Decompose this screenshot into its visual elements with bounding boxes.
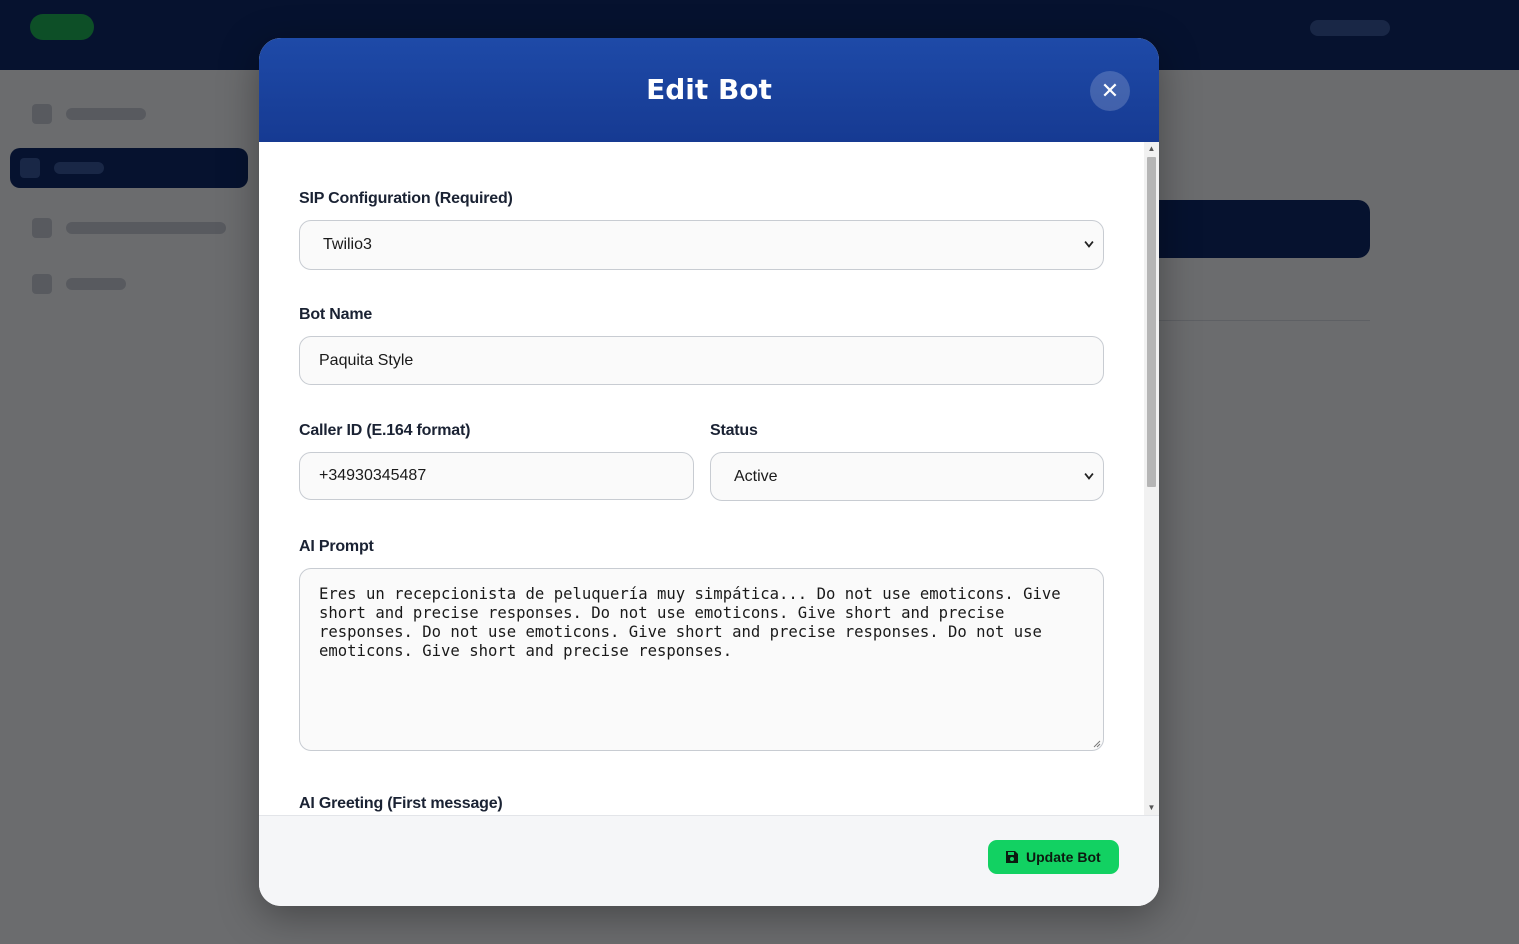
caller-id-label: Caller ID (E.164 format)	[299, 422, 471, 439]
scroll-thumb[interactable]	[1147, 157, 1156, 487]
modal-scrollbar[interactable]: ▲ ▼	[1144, 142, 1159, 815]
status-label: Status	[710, 422, 758, 439]
close-button[interactable]: ✕	[1090, 71, 1130, 111]
save-icon	[1006, 851, 1018, 863]
close-icon: ✕	[1100, 78, 1120, 103]
scroll-up-icon[interactable]: ▲	[1144, 142, 1159, 156]
resize-handle-icon[interactable]	[1093, 740, 1101, 748]
caller-id-input[interactable]: +34930345487	[299, 452, 694, 500]
scroll-down-icon[interactable]: ▼	[1144, 801, 1159, 815]
modal-body[interactable]: SIP Configuration (Required) Twilio3 Bot…	[259, 142, 1144, 815]
bot-name-value: Paquita Style	[319, 352, 414, 369]
modal-title: Edit Bot	[646, 73, 772, 106]
ai-prompt-value: Eres un recepcionista de peluquería muy …	[319, 585, 1061, 660]
modal-header: Edit Bot ✕	[259, 38, 1159, 142]
modal-footer: Update Bot	[259, 815, 1159, 906]
sip-configuration-value: Twilio3	[323, 236, 372, 253]
bot-name-label: Bot Name	[299, 306, 373, 323]
sip-configuration-label: SIP Configuration (Required)	[299, 190, 513, 207]
bot-name-input[interactable]: Paquita Style	[299, 336, 1104, 385]
ai-prompt-label: AI Prompt	[299, 538, 374, 555]
ai-prompt-textarea[interactable]: Eres un recepcionista de peluquería muy …	[299, 568, 1104, 751]
sip-configuration-select[interactable]: Twilio3	[299, 220, 1104, 270]
update-bot-button[interactable]: Update Bot	[988, 840, 1119, 874]
update-bot-label: Update Bot	[1026, 849, 1101, 865]
ai-greeting-label: AI Greeting (First message)	[299, 795, 503, 812]
caller-id-value: +34930345487	[319, 467, 427, 484]
edit-bot-modal: Edit Bot ✕ SIP Configuration (Required) …	[259, 38, 1159, 906]
chevron-down-icon	[1084, 473, 1094, 480]
status-value: Active	[734, 468, 778, 485]
chevron-down-icon	[1084, 241, 1094, 248]
status-select[interactable]: Active	[710, 452, 1104, 501]
